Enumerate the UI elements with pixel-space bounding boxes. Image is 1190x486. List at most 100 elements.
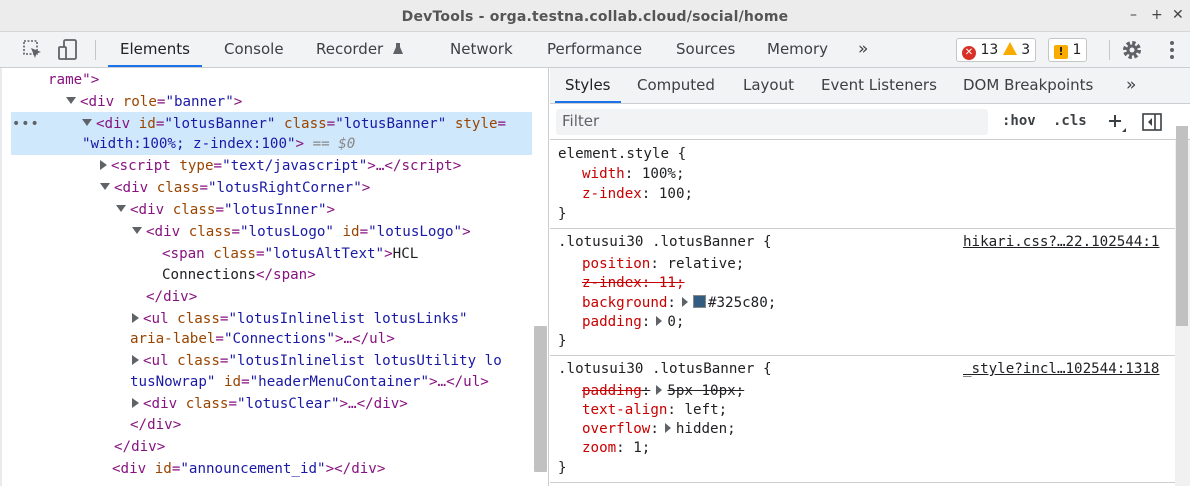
console-counts-button[interactable]: ✕ 13 3: [956, 38, 1037, 62]
dom-node-inner[interactable]: <div class="lotusInner">: [116, 199, 335, 221]
attr-name: style: [454, 116, 498, 132]
style-declaration[interactable]: background: #325c80;: [582, 293, 776, 313]
elements-scrollbar[interactable]: [534, 326, 547, 472]
dom-node-banner[interactable]: <div role="banner">: [66, 91, 242, 113]
collapse-arrow-icon[interactable]: [132, 355, 139, 365]
style-declaration[interactable]: width: 100%;: [582, 164, 685, 184]
dom-node-span[interactable]: <span class="lotusAltText">HCL: [162, 243, 418, 265]
expand-arrow-icon[interactable]: [82, 119, 92, 126]
tab-dom-breakpoints[interactable]: DOM Breakpoints: [953, 68, 1103, 103]
more-tabs-button[interactable]: »: [846, 32, 880, 67]
collapse-arrow-icon[interactable]: [100, 160, 107, 170]
device-toggle-icon[interactable]: [56, 38, 80, 62]
style-declaration-overridden[interactable]: padding: 5px 10px;: [582, 381, 744, 401]
dom-node-clear[interactable]: <div class="lotusClear">…</div>: [132, 393, 408, 415]
dom-close-div[interactable]: </div>: [146, 286, 197, 308]
brace: }: [558, 460, 567, 476]
dom-node-lotusbanner-cont[interactable]: "width:100%; z-index:100"> == $0: [82, 133, 355, 155]
expand-shorthand-icon[interactable]: [664, 423, 671, 433]
tab-network[interactable]: Network: [438, 32, 525, 67]
kebab-menu-icon[interactable]: [1160, 38, 1184, 62]
styles-scrollbar[interactable]: [1176, 126, 1188, 326]
error-count: 13: [980, 42, 999, 58]
dom-node-ul-links[interactable]: <ul class="lotusInlinelist lotusLinks": [132, 308, 468, 330]
close-icon[interactable]: ✕: [1172, 8, 1184, 22]
expand-arrow-icon[interactable]: [66, 97, 76, 104]
attr-value: "lotusInlinelist lotusUtility lo: [228, 353, 502, 369]
issues-button[interactable]: ! 1: [1048, 38, 1088, 62]
dom-node-script[interactable]: <script type="text/javascript">…</script…: [100, 155, 461, 177]
expand-shorthand-icon[interactable]: [656, 385, 663, 395]
expand-arrow-icon[interactable]: [132, 227, 142, 234]
style-declaration[interactable]: text-align: left;: [582, 400, 727, 420]
tab-layout-label: Layout: [743, 76, 794, 94]
style-declaration[interactable]: zoom: 1;: [582, 438, 650, 458]
node-actions-icon[interactable]: •••: [12, 116, 40, 132]
class-toggle-button[interactable]: .cls: [1053, 113, 1087, 129]
inspect-element-icon[interactable]: [21, 38, 45, 62]
expand-shorthand-icon[interactable]: [681, 297, 688, 307]
style-declaration[interactable]: padding: 0;: [582, 312, 684, 332]
tab-styles[interactable]: Styles: [555, 68, 621, 103]
color-swatch[interactable]: [692, 295, 706, 308]
toggle-sidebar-icon[interactable]: [1141, 112, 1163, 132]
property-name: position: [582, 256, 651, 272]
property-value: left;: [684, 402, 728, 418]
more-sidebar-tabs-button[interactable]: »: [1116, 68, 1146, 103]
property-value: hidden;: [675, 421, 736, 437]
expand-arrow-icon[interactable]: [116, 205, 126, 212]
expand-arrow-icon[interactable]: [100, 183, 110, 190]
dom-node-ul-utility[interactable]: <ul class="lotusInlinelist lotusUtility …: [132, 350, 502, 372]
dom-node-line[interactable]: rame">: [48, 69, 99, 91]
tab-computed-label: Computed: [637, 76, 715, 94]
hover-state-button[interactable]: :hov: [1002, 113, 1036, 129]
attr-value: "lotusInlinelist lotusLinks": [228, 311, 468, 327]
maximize-icon[interactable]: +: [1151, 8, 1163, 22]
tab-sources[interactable]: Sources: [664, 32, 747, 67]
tab-layout[interactable]: Layout: [733, 68, 804, 103]
active-tab-indicator: [555, 101, 621, 103]
tab-memory-label: Memory: [767, 40, 829, 58]
styles-filter-input[interactable]: Filter: [556, 109, 988, 135]
dom-node-lotusbanner-selected[interactable]: <div id="lotusBanner" class="lotusBanner…: [82, 113, 506, 135]
tab-console[interactable]: Console: [212, 32, 296, 67]
tab-performance[interactable]: Performance: [535, 32, 654, 67]
tab-computed[interactable]: Computed: [627, 68, 725, 103]
style-declaration[interactable]: position: relative;: [582, 254, 744, 274]
collapse-arrow-icon[interactable]: [132, 313, 139, 323]
dom-node-ul-links-cont[interactable]: aria-label="Connections">…</ul>: [130, 328, 395, 350]
tab-console-label: Console: [224, 40, 284, 58]
source-link[interactable]: hikari.css?…22.102544:1: [963, 232, 1159, 252]
dom-close-div[interactable]: </div>: [114, 436, 165, 458]
dom-node-rightcorner[interactable]: <div class="lotusRightCorner">: [100, 177, 370, 199]
text-node: HCL: [392, 246, 419, 262]
attr-name: id: [138, 116, 156, 132]
elements-dom-tree: ••• rame"> <div role="banner"> <div id="…: [0, 68, 549, 486]
style-declaration[interactable]: overflow: hidden;: [582, 419, 736, 439]
warning-count: 3: [1021, 42, 1031, 58]
dom-node-announcement[interactable]: <div id="announcement_id"></div>: [112, 458, 385, 480]
new-style-rule-icon[interactable]: [1106, 112, 1128, 134]
gear-icon[interactable]: [1120, 38, 1144, 62]
style-declaration-overridden[interactable]: z-index: 11;: [582, 273, 685, 293]
tab-event-listeners[interactable]: Event Listeners: [811, 68, 947, 103]
tab-elements-label: Elements: [120, 40, 190, 58]
rule-divider: [550, 482, 1175, 483]
collapse-arrow-icon[interactable]: [132, 398, 139, 408]
dom-node-span-cont[interactable]: Connections</span>: [162, 264, 316, 286]
dom-node-logo[interactable]: <div class="lotusLogo" id="lotusLogo">: [132, 221, 471, 243]
dom-node-ul-utility-cont[interactable]: tusNowrap" id="headerMenuContainer">…</u…: [130, 371, 489, 393]
tab-recorder[interactable]: Recorder: [304, 32, 416, 67]
source-link[interactable]: _style?incl…102544:1318: [963, 359, 1159, 379]
rule-selector[interactable]: .lotusui30 .lotusBanner {: [558, 359, 772, 379]
style-declaration[interactable]: z-index: 100;: [582, 184, 693, 204]
dom-close-div[interactable]: </div>: [130, 414, 181, 436]
rule-selector[interactable]: .lotusui30 .lotusBanner {: [558, 232, 772, 252]
tab-memory[interactable]: Memory: [755, 32, 840, 67]
gutter-line: [0, 68, 2, 486]
window-title: DevTools - orga.testna.collab.cloud/soci…: [401, 9, 789, 25]
minimize-icon[interactable]: –: [1130, 8, 1137, 22]
tab-elements[interactable]: Elements: [108, 32, 202, 67]
expand-shorthand-icon[interactable]: [656, 316, 663, 326]
rule-selector[interactable]: element.style {: [558, 144, 686, 164]
